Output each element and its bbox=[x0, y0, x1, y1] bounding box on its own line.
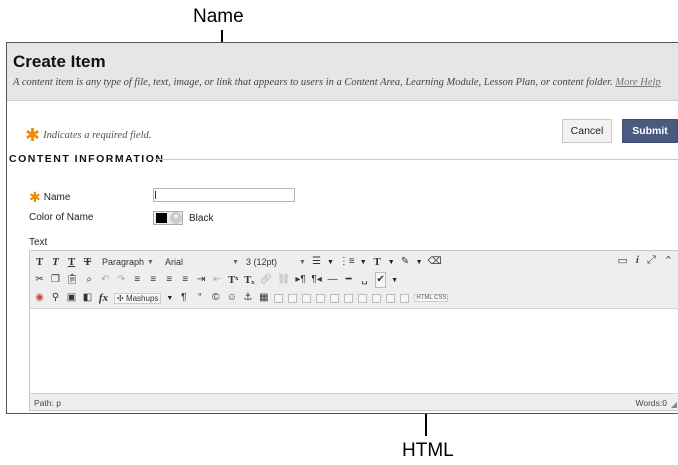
submit-button[interactable]: Submit bbox=[622, 119, 678, 143]
insert-row-before-icon[interactable] bbox=[302, 293, 312, 303]
toolbar-right-icons: ▭ i ⤢ ⌃ bbox=[618, 254, 674, 267]
text-color-icon[interactable]: T bbox=[372, 255, 383, 269]
anchor-icon[interactable]: ⚓︎ bbox=[242, 291, 253, 305]
insert-col-after-icon[interactable] bbox=[358, 293, 368, 303]
toolbar-row-3: ◉ ⚲ ▣ ◧ fx ✣ Mashups ▼ ¶ “ © ☺ ⚓︎ ▦ HTML… bbox=[34, 291, 449, 305]
required-star-icon: ✱ bbox=[25, 125, 41, 145]
insert-col-before-icon[interactable] bbox=[344, 293, 354, 303]
font-select[interactable]: Arial ▼ bbox=[165, 257, 239, 267]
format-select[interactable]: Paragraph ▼ bbox=[102, 257, 154, 267]
ltr-icon[interactable]: ▸¶ bbox=[295, 273, 306, 287]
size-select[interactable]: 3 (12pt) ▼ bbox=[246, 257, 306, 267]
delete-col-icon[interactable] bbox=[372, 293, 382, 303]
resize-grip-icon[interactable]: ◢ bbox=[671, 400, 677, 409]
more-help-link[interactable]: More Help bbox=[615, 77, 660, 88]
formula-icon[interactable]: fx bbox=[98, 291, 109, 305]
italic-icon[interactable]: T bbox=[50, 255, 61, 269]
color-swatch bbox=[156, 213, 167, 223]
table-icon[interactable]: ▦ bbox=[258, 291, 269, 305]
page-header: Create Item A content item is any type o… bbox=[7, 43, 678, 101]
page-description: A content item is any type of file, text… bbox=[13, 77, 661, 88]
indent-icon[interactable]: ⇥ bbox=[196, 273, 207, 287]
attach-icon[interactable]: ⚲ bbox=[50, 291, 61, 305]
undo-icon[interactable]: ↶ bbox=[100, 273, 111, 287]
align-left-icon[interactable]: ≡ bbox=[132, 273, 143, 287]
subscript-icon[interactable]: Tₓ bbox=[244, 273, 255, 287]
numbered-list-icon[interactable]: ⋮≡ bbox=[339, 255, 355, 269]
bold-icon[interactable]: T bbox=[34, 255, 45, 269]
redo-icon[interactable]: ↷ bbox=[116, 273, 127, 287]
paragraph-mark-icon[interactable]: ¶ bbox=[178, 291, 189, 305]
nonbreaking-space-icon[interactable]: ␣ bbox=[359, 273, 370, 287]
editor-toolbar: T T T T Paragraph ▼ Arial ▼ 3 (12pt) ▼ ☰ ▼ ⋮… bbox=[30, 251, 678, 309]
section-divider bbox=[153, 159, 678, 160]
merge-cells-icon[interactable] bbox=[400, 293, 410, 303]
cancel-button[interactable]: Cancel bbox=[562, 119, 612, 143]
info-icon[interactable]: i bbox=[636, 254, 639, 267]
link-icon[interactable]: 🔗︎ bbox=[260, 273, 273, 287]
highlight-icon[interactable]: ✎ bbox=[400, 255, 411, 269]
image-icon[interactable]: ▣ bbox=[66, 291, 77, 305]
eraser-icon[interactable]: ⌫ bbox=[428, 255, 442, 269]
table-cell-props-icon[interactable] bbox=[288, 293, 298, 303]
justify-icon[interactable]: ≡ bbox=[180, 273, 191, 287]
text-caret bbox=[155, 191, 156, 199]
strikethrough-icon[interactable]: T bbox=[82, 255, 93, 269]
preview-icon[interactable]: ▭ bbox=[618, 254, 628, 267]
name-field[interactable] bbox=[153, 188, 295, 202]
cut-icon[interactable]: ✂ bbox=[34, 273, 45, 287]
blockquote-icon[interactable]: “ bbox=[194, 291, 205, 305]
collapse-icon[interactable]: ⌃ bbox=[664, 254, 673, 267]
editor-statusbar: Path: p Words:0 ◢ bbox=[30, 393, 678, 410]
record-icon[interactable]: ◉ bbox=[34, 291, 45, 305]
horizontal-rule-icon[interactable]: — bbox=[327, 273, 338, 287]
create-item-panel: Create Item A content item is any type o… bbox=[6, 42, 678, 414]
bullet-list-icon[interactable]: ☰ bbox=[311, 255, 322, 269]
outdent-icon[interactable]: ⇤ bbox=[212, 273, 223, 287]
element-path: Path: p bbox=[34, 398, 61, 408]
text-editor: T T T T Paragraph ▼ Arial ▼ 3 (12pt) ▼ ☰ ▼ ⋮… bbox=[29, 250, 678, 411]
copyright-icon[interactable]: © bbox=[210, 291, 221, 305]
align-center-icon[interactable]: ≡ bbox=[148, 273, 159, 287]
section-title: CONTENT INFORMATION bbox=[9, 153, 165, 165]
copy-icon[interactable]: ❐ bbox=[50, 273, 61, 287]
fullscreen-icon[interactable]: ⤢ bbox=[647, 254, 656, 267]
unlink-icon[interactable]: ⛓︎ bbox=[277, 273, 290, 287]
toolbar-row-2: ✂ ❐ 📋︎ ⌕ ↶ ↷ ≡ ≡ ≡ ≡ ⇥ ⇤ Tˣ Tₓ 🔗︎ ⛓︎ ▸¶ … bbox=[34, 272, 399, 288]
toolbar-row-1: T T T T Paragraph ▼ Arial ▼ 3 (12pt) ▼ ☰ ▼ ⋮… bbox=[34, 255, 442, 269]
underline-icon[interactable]: T bbox=[66, 255, 77, 269]
color-picker[interactable]: ▼ bbox=[153, 211, 183, 225]
html-button[interactable]: HTML CSS bbox=[414, 294, 449, 302]
emoticon-icon[interactable]: ☺ bbox=[226, 291, 237, 305]
required-note: ✱ Indicates a required field. bbox=[25, 125, 152, 145]
media-icon[interactable]: ◧ bbox=[82, 291, 93, 305]
callout-name-label: Name bbox=[193, 6, 244, 27]
align-right-icon[interactable]: ≡ bbox=[164, 273, 175, 287]
name-label: ✱ Name bbox=[29, 189, 71, 205]
required-star-icon: ✱ bbox=[29, 189, 41, 205]
word-count: Words:0 bbox=[635, 398, 668, 408]
insert-row-after-icon[interactable] bbox=[316, 293, 326, 303]
rtl-icon[interactable]: ¶◂ bbox=[311, 273, 322, 287]
page-title: Create Item bbox=[13, 52, 106, 71]
color-of-name-label: Color of Name bbox=[29, 212, 94, 223]
paste-icon[interactable]: 📋︎ bbox=[66, 273, 79, 287]
superscript-icon[interactable]: Tˣ bbox=[228, 273, 239, 287]
table-row-props-icon[interactable] bbox=[274, 293, 284, 303]
spellcheck-icon[interactable]: ✔ bbox=[375, 272, 387, 288]
editor-content-area[interactable] bbox=[30, 310, 678, 394]
chevron-down-icon: ▼ bbox=[170, 212, 182, 224]
delete-row-icon[interactable] bbox=[330, 293, 340, 303]
mashups-select[interactable]: ✣ Mashups bbox=[114, 292, 162, 304]
color-name: Black bbox=[189, 213, 214, 224]
text-label: Text bbox=[29, 237, 48, 248]
callout-html-label: HTML bbox=[402, 440, 454, 461]
description-text: A content item is any type of file, text… bbox=[13, 77, 613, 88]
find-icon[interactable]: ⌕ bbox=[84, 273, 95, 287]
split-cells-icon[interactable] bbox=[386, 293, 396, 303]
line-icon[interactable]: ━ bbox=[343, 273, 354, 287]
